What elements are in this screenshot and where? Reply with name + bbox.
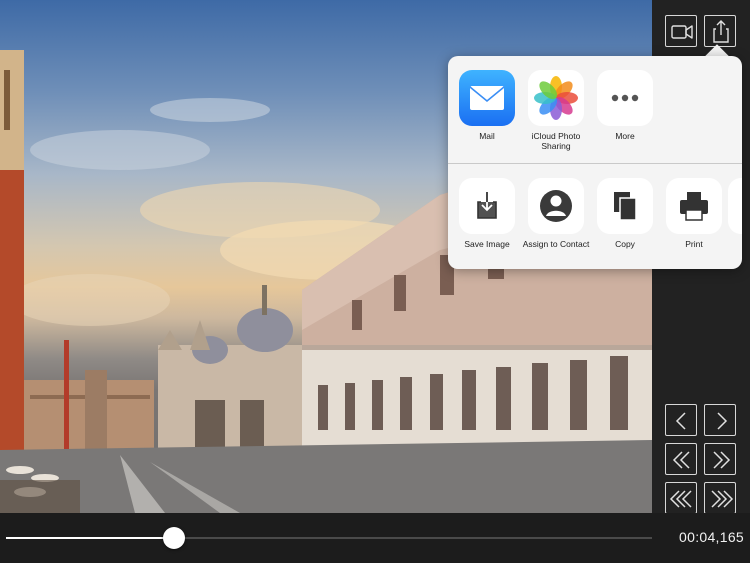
mail-icon bbox=[459, 70, 515, 126]
sheet-divider bbox=[448, 163, 742, 164]
photos-icon bbox=[528, 70, 584, 126]
share-more-label: More bbox=[615, 131, 635, 141]
share-more[interactable]: More bbox=[590, 70, 660, 141]
faster-back-button[interactable] bbox=[665, 482, 697, 514]
action-save-image[interactable]: Save Image bbox=[452, 178, 522, 249]
action-assign-contact[interactable]: Assign to Contact bbox=[521, 178, 591, 249]
share-mail-label: Mail bbox=[479, 131, 495, 141]
action-save-label: Save Image bbox=[464, 239, 510, 249]
share-sheet: Mail iCloud Photo Sharing More Save Imag… bbox=[448, 56, 742, 269]
save-image-icon bbox=[459, 178, 515, 234]
video-camera-icon bbox=[671, 25, 693, 39]
contact-icon bbox=[528, 178, 584, 234]
triple-chevron-right-icon bbox=[711, 490, 734, 508]
scrubber-progress bbox=[6, 537, 174, 539]
video-camera-button[interactable] bbox=[665, 15, 697, 47]
action-overflow[interactable] bbox=[728, 178, 742, 234]
double-chevron-right-icon bbox=[713, 451, 731, 469]
playback-bar: 00:04,165 bbox=[0, 513, 750, 563]
double-chevron-left-icon bbox=[672, 451, 690, 469]
share-mail[interactable]: Mail bbox=[452, 70, 522, 141]
share-button[interactable] bbox=[704, 15, 736, 47]
timestamp-label: 00:04,165 bbox=[679, 529, 744, 545]
faster-forward-button[interactable] bbox=[704, 482, 736, 514]
action-copy-label: Copy bbox=[615, 239, 635, 249]
step-forward-button[interactable] bbox=[704, 404, 736, 436]
scrubber-knob[interactable] bbox=[162, 527, 185, 549]
triple-chevron-left-icon bbox=[669, 490, 692, 508]
share-icon bbox=[713, 20, 729, 43]
action-contact-label: Assign to Contact bbox=[522, 239, 590, 249]
print-icon bbox=[666, 178, 722, 234]
step-back-button[interactable] bbox=[665, 404, 697, 436]
share-icloud-label: iCloud Photo Sharing bbox=[531, 131, 581, 151]
chevron-left-icon bbox=[675, 412, 686, 430]
fast-back-button[interactable] bbox=[665, 443, 697, 475]
overflow-action-icon bbox=[728, 178, 742, 234]
more-icon bbox=[597, 70, 653, 126]
action-copy[interactable]: Copy bbox=[590, 178, 660, 249]
action-print-label: Print bbox=[685, 239, 703, 249]
share-icloud-photo[interactable]: iCloud Photo Sharing bbox=[521, 70, 591, 151]
chevron-right-icon bbox=[717, 412, 728, 430]
app-screen: { "share_sheet": { "apps": [ {"label": "… bbox=[0, 0, 750, 563]
fast-forward-button[interactable] bbox=[704, 443, 736, 475]
action-print[interactable]: Print bbox=[659, 178, 729, 249]
copy-icon bbox=[597, 178, 653, 234]
